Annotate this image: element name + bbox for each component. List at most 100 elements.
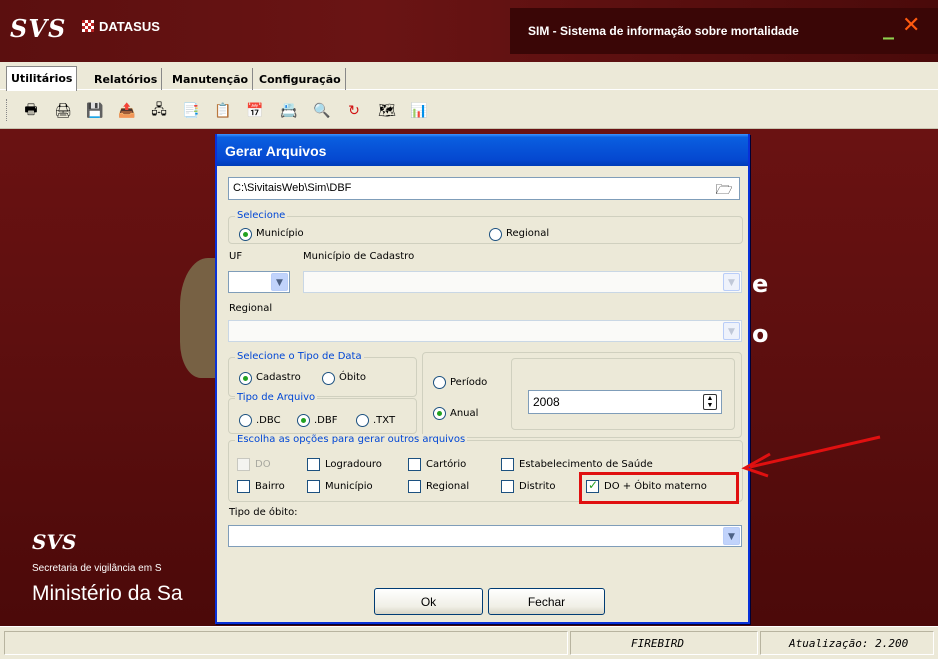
- ok-button[interactable]: Ok: [374, 588, 483, 615]
- path-input[interactable]: C:\SivitaisWeb\Sim\DBF 🗁: [228, 177, 740, 200]
- radio-regional[interactable]: [489, 228, 502, 241]
- status-bar: FIREBIRD Atualização: 2.200: [0, 626, 938, 659]
- radio-dbf-label: .DBF: [314, 415, 338, 426]
- tab-configuracao[interactable]: Configuração: [255, 68, 346, 90]
- radio-cadastro-label: Cadastro: [256, 372, 301, 383]
- printer-icon[interactable]: 🖨: [54, 102, 72, 119]
- radio-dbc-label: .DBC: [256, 415, 281, 426]
- menu-tabs: Utilitários Relatórios Manutenção Config…: [0, 62, 938, 91]
- checkbox-estabelecimento[interactable]: [501, 458, 514, 471]
- status-db: FIREBIRD: [570, 631, 758, 655]
- radio-txt-label: .TXT: [373, 415, 396, 426]
- chevron-down-icon[interactable]: ▼: [723, 527, 740, 545]
- refresh-icon[interactable]: ↻: [345, 102, 363, 119]
- selecione-group: Selecione: [228, 210, 743, 244]
- fechar-button[interactable]: Fechar: [488, 588, 605, 615]
- dialog-title: Gerar Arquivos: [217, 134, 748, 166]
- svs-logo: SVS: [10, 14, 67, 43]
- minimize-button[interactable]: _: [883, 17, 894, 39]
- gerar-arquivos-dialog: Gerar Arquivos C:\SivitaisWeb\Sim\DBF 🗁 …: [215, 134, 750, 624]
- spinner-arrows-icon[interactable]: ▲ ▼: [703, 394, 717, 410]
- print-preview-icon[interactable]: 🖶: [22, 102, 40, 119]
- background-letter-o: o: [752, 320, 769, 348]
- search-icon[interactable]: 🔍: [313, 102, 331, 119]
- regional-label: Regional: [229, 303, 273, 314]
- close-button[interactable]: ✕: [902, 15, 920, 37]
- opcoes-legend: Escolha as opções para gerar outros arqu…: [235, 434, 468, 446]
- checkbox-regional-label: Regional: [426, 481, 470, 492]
- radio-obito[interactable]: [322, 372, 335, 385]
- app-header: SVS DATASUS SIM - Sistema de informação …: [0, 0, 938, 62]
- calendar-icon[interactable]: 📅: [246, 102, 264, 119]
- map-icon[interactable]: 🗺: [378, 102, 396, 119]
- app-title: SIM - Sistema de informação sobre mortal…: [528, 24, 799, 38]
- radio-dbc[interactable]: [239, 414, 252, 427]
- checkbox-logradouro-label: Logradouro: [325, 459, 382, 470]
- background-letter-e: e: [752, 270, 769, 298]
- datasus-icon: [82, 20, 94, 32]
- checkbox-do[interactable]: [237, 458, 250, 471]
- checkbox-logradouro[interactable]: [307, 458, 320, 471]
- checkbox-municipio-label: Município: [325, 481, 373, 492]
- path-value: C:\SivitaisWeb\Sim\DBF: [233, 182, 352, 194]
- folder-browse-icon[interactable]: 🗁: [714, 179, 734, 197]
- radio-anual[interactable]: [433, 407, 446, 420]
- tipo-obito-select[interactable]: ▼: [228, 525, 742, 547]
- uf-label: UF: [229, 251, 243, 262]
- copy-icon[interactable]: 📑: [182, 102, 200, 119]
- radio-txt[interactable]: [356, 414, 369, 427]
- municipio-cadastro-select[interactable]: ▼: [303, 271, 742, 293]
- uf-select[interactable]: ▼: [228, 271, 290, 293]
- footer-ministerio: Ministério da Sa: [32, 582, 183, 605]
- list-icon[interactable]: 📇: [280, 102, 298, 119]
- checkbox-municipio[interactable]: [307, 480, 320, 493]
- footer-secretaria: Secretaria de vigilância em S: [32, 563, 162, 574]
- radio-cadastro[interactable]: [239, 372, 252, 385]
- tipo-obito-label: Tipo de óbito:: [229, 507, 298, 518]
- radio-municipio[interactable]: [239, 228, 252, 241]
- chevron-down-icon[interactable]: ▼: [271, 273, 288, 291]
- regional-select[interactable]: ▼: [228, 320, 742, 342]
- network-icon[interactable]: 🖧: [150, 102, 168, 119]
- checkbox-estabelecimento-label: Estabelecimento de Saúde: [519, 459, 653, 470]
- tab-manutencao[interactable]: Manutenção: [168, 68, 254, 90]
- selecione-legend: Selecione: [235, 210, 288, 222]
- checkbox-cartorio-label: Cartório: [426, 459, 467, 470]
- tab-utilitarios[interactable]: Utilitários: [6, 66, 78, 91]
- datasus-label: DATASUS: [99, 19, 160, 34]
- status-version: Atualização: 2.200: [760, 631, 934, 655]
- radio-anual-label: Anual: [450, 408, 479, 419]
- tipo-data-legend: Selecione o Tipo de Data: [235, 351, 364, 363]
- checkbox-distrito-label: Distrito: [519, 481, 556, 492]
- checkbox-cartorio[interactable]: [408, 458, 421, 471]
- radio-regional-label: Regional: [506, 228, 550, 239]
- annotation-highlight-box: [579, 472, 739, 504]
- annotation-arrow: [741, 435, 881, 478]
- radio-periodo-label: Período: [450, 377, 488, 388]
- year-value: 2008: [533, 395, 560, 409]
- tab-relatorios[interactable]: Relatórios: [90, 68, 163, 90]
- checkbox-bairro[interactable]: [237, 480, 250, 493]
- status-cell-empty: [4, 631, 568, 655]
- chart-icon[interactable]: 📊: [410, 102, 428, 119]
- save-icon[interactable]: 💾: [86, 102, 104, 119]
- chevron-down-icon[interactable]: ▼: [723, 273, 740, 291]
- checkbox-do-label: DO: [255, 459, 271, 470]
- radio-obito-label: Óbito: [339, 372, 367, 383]
- radio-periodo[interactable]: [433, 376, 446, 389]
- checkbox-regional[interactable]: [408, 480, 421, 493]
- toolbar: 🖶 🖨 💾 📤 🖧 📑 📋 📅 📇 🔍 ↻ 🗺 📊: [0, 91, 938, 129]
- datasus-logo: DATASUS: [82, 19, 160, 34]
- toolbar-grip[interactable]: [6, 99, 9, 121]
- footer-svs-logo: SVS: [32, 530, 77, 554]
- chevron-down-icon[interactable]: ▼: [723, 322, 740, 340]
- radio-dbf[interactable]: [297, 414, 310, 427]
- report-icon[interactable]: 📋: [214, 102, 232, 119]
- tipo-arquivo-legend: Tipo de Arquivo: [235, 392, 318, 404]
- radio-municipio-label: Município: [256, 228, 304, 239]
- year-spinner[interactable]: 2008 ▲ ▼: [528, 390, 722, 414]
- municipio-cadastro-label: Município de Cadastro: [303, 251, 415, 262]
- checkbox-bairro-label: Bairro: [255, 481, 285, 492]
- export-icon[interactable]: 📤: [118, 102, 136, 119]
- checkbox-distrito[interactable]: [501, 480, 514, 493]
